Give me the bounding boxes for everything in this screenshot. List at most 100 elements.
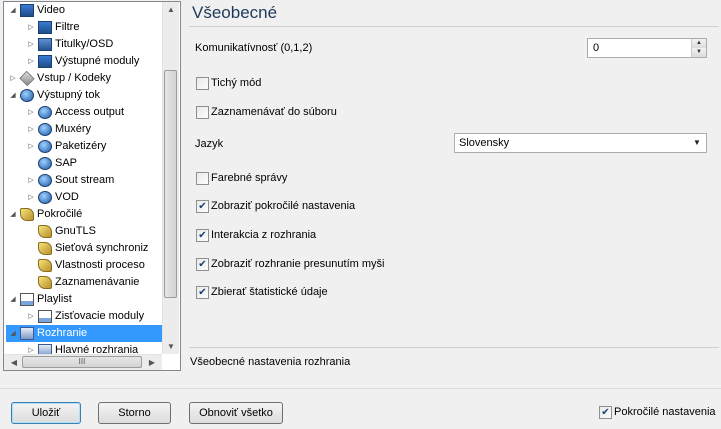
- language-label: Jazyk: [195, 138, 224, 150]
- tree-item-label: Video: [37, 4, 65, 16]
- film-icon: [38, 55, 52, 68]
- film-icon: [20, 4, 34, 17]
- scroll-right-icon[interactable]: ▶: [144, 358, 160, 367]
- network-icon: [38, 157, 52, 170]
- tree-item-label: SAP: [55, 157, 78, 169]
- tree-item-vystupny-tok[interactable]: ◢ Výstupný tok: [8, 87, 100, 104]
- tree-item-vlastnosti-procesora[interactable]: Vlastnosti proceso: [26, 257, 145, 274]
- tree-item-vod[interactable]: ▷ VOD: [26, 189, 79, 206]
- scroll-left-icon[interactable]: ◀: [6, 358, 22, 367]
- tree-item-sap[interactable]: SAP: [26, 155, 77, 172]
- tree-item-label: Rozhranie: [37, 327, 88, 339]
- save-button[interactable]: Uložiť: [11, 402, 81, 424]
- network-icon: [20, 89, 34, 102]
- language-value: Slovensky: [459, 137, 510, 149]
- tree-item-label: GnuTLS: [55, 225, 96, 237]
- network-icon: [38, 140, 52, 153]
- tree-item-label: Výstupný tok: [37, 89, 100, 101]
- log-to-file-label[interactable]: Zaznamenávať do súboru: [211, 106, 337, 118]
- panel-title: Všeobecné: [192, 3, 278, 22]
- tree-item-label: Titulky/OSD: [55, 38, 114, 50]
- tree-expander-icon[interactable]: ▷: [26, 172, 36, 189]
- tree-item-vstup-kodeky[interactable]: ▷ Vstup / Kodeky: [8, 70, 111, 87]
- tree-expander-icon[interactable]: ▷: [26, 189, 36, 206]
- tree-item-pokrocile[interactable]: ◢ Pokročilé: [8, 206, 82, 223]
- tree-expander-icon[interactable]: ◢: [8, 87, 18, 104]
- network-icon: [38, 123, 52, 136]
- log-to-file-checkbox[interactable]: [196, 106, 209, 119]
- tree-item-titulky-osd[interactable]: ▷ Titulky/OSD: [26, 36, 113, 53]
- spin-up-icon[interactable]: ▲: [691, 39, 706, 48]
- reset-all-button[interactable]: Obnoviť všetko: [189, 402, 283, 424]
- collect-stats-label[interactable]: Zbierať štatistické údaje: [211, 286, 328, 298]
- tree-expander-icon[interactable]: ◢: [8, 2, 18, 19]
- cancel-button[interactable]: Storno: [98, 402, 171, 424]
- tree-item-muxery[interactable]: ▷ Muxéry: [26, 121, 91, 138]
- wrench-icon: [38, 276, 52, 289]
- tree-expander-icon[interactable]: ▷: [8, 70, 18, 87]
- advanced-settings-label[interactable]: Pokročilé nastavenia: [614, 406, 716, 418]
- tree-expander-icon[interactable]: ◢: [8, 206, 18, 223]
- tree-item-label: Sieťová synchroniz: [55, 242, 149, 254]
- quiet-mode-checkbox[interactable]: [196, 77, 209, 90]
- category-tree[interactable]: ◢ Video ▷ Filtre ▷ Titulky/OSD ▷ Výstupné modul…: [3, 1, 181, 371]
- title-divider: [189, 26, 719, 27]
- tree-expander-icon[interactable]: ◢: [8, 325, 18, 342]
- scroll-down-icon[interactable]: ▼: [163, 342, 179, 351]
- tree-item-sout-stream[interactable]: ▷ Sout stream: [26, 172, 114, 189]
- section-description: Všeobecné nastavenia rozhrania: [190, 356, 351, 368]
- wrench-icon: [38, 225, 52, 238]
- spin-down-icon[interactable]: ▼: [691, 48, 706, 57]
- color-messages-label[interactable]: Farebné správy: [211, 172, 287, 184]
- collect-stats-checkbox[interactable]: ✔: [196, 286, 209, 299]
- mouse-show-checkbox[interactable]: ✔: [196, 258, 209, 271]
- tree-item-paketizery[interactable]: ▷ Paketizéry: [26, 138, 106, 155]
- tree-item-video[interactable]: ◢ Video: [8, 2, 65, 19]
- tree-item-label: Výstupné moduly: [55, 55, 140, 67]
- mouse-show-label[interactable]: Zobraziť rozhranie presunutím myši: [211, 258, 384, 270]
- wrench-icon: [38, 242, 52, 255]
- show-advanced-label[interactable]: Zobraziť pokročilé nastavenia: [211, 200, 355, 212]
- interface-interaction-checkbox[interactable]: ✔: [196, 229, 209, 242]
- tree-item-vystupne-moduly[interactable]: ▷ Výstupné moduly: [26, 53, 139, 70]
- tree-expander-icon[interactable]: ▷: [26, 138, 36, 155]
- network-icon: [38, 174, 52, 187]
- network-icon: [38, 191, 52, 204]
- tree-item-playlist[interactable]: ◢ Playlist: [8, 291, 72, 308]
- footer-divider: [0, 388, 721, 389]
- tree-item-sietova-synchronizacia[interactable]: Sieťová synchroniz: [26, 240, 148, 257]
- tree-item-gnutls[interactable]: GnuTLS: [26, 223, 96, 240]
- tree-expander-icon[interactable]: ◢: [8, 291, 18, 308]
- tree-expander-icon[interactable]: ▷: [26, 121, 36, 138]
- tree-item-zaznamenavanie[interactable]: Zaznamenávanie: [26, 274, 139, 291]
- scroll-up-icon[interactable]: ▲: [163, 5, 179, 14]
- tree-horizontal-scroll-thumb[interactable]: III: [22, 356, 142, 368]
- tree-item-label: Playlist: [37, 293, 72, 305]
- tree-item-label: Muxéry: [55, 123, 92, 135]
- color-messages-checkbox[interactable]: [196, 172, 209, 185]
- tree-expander-icon[interactable]: ▷: [26, 19, 36, 36]
- advanced-settings-checkbox[interactable]: ✔: [599, 406, 612, 419]
- tree-expander-icon[interactable]: ▷: [26, 53, 36, 70]
- tree-item-label: Sout stream: [55, 174, 115, 186]
- tree-item-access-output[interactable]: ▷ Access output: [26, 104, 124, 121]
- playlist-icon: [20, 293, 34, 306]
- dropdown-arrow-icon[interactable]: ▼: [690, 136, 704, 150]
- verbosity-spinbox[interactable]: 0 ▲ ▼: [587, 38, 707, 58]
- quiet-mode-label[interactable]: Tichý mód: [211, 77, 261, 89]
- tree-expander-icon[interactable]: ▷: [26, 104, 36, 121]
- tree-expander-icon[interactable]: ▷: [26, 36, 36, 53]
- tree-expander-icon[interactable]: ▷: [26, 308, 36, 325]
- verbosity-value[interactable]: 0: [593, 42, 599, 54]
- tree-item-zistovacie-moduly[interactable]: ▷ Zisťovacie moduly: [26, 308, 144, 325]
- tree-vertical-scroll-thumb[interactable]: [164, 70, 177, 298]
- show-advanced-checkbox[interactable]: ✔: [196, 200, 209, 213]
- language-select[interactable]: Slovensky ▼: [454, 133, 707, 153]
- playlist-icon: [38, 310, 52, 323]
- interface-interaction-label[interactable]: Interakcia z rozhrania: [211, 229, 316, 241]
- tree-item-label: Access output: [55, 106, 125, 118]
- tree-item-filtre[interactable]: ▷ Filtre: [26, 19, 79, 36]
- interface-icon: [20, 327, 34, 340]
- tree-item-rozhranie[interactable]: ◢ Rozhranie: [6, 325, 162, 342]
- wrench-icon: [20, 208, 34, 221]
